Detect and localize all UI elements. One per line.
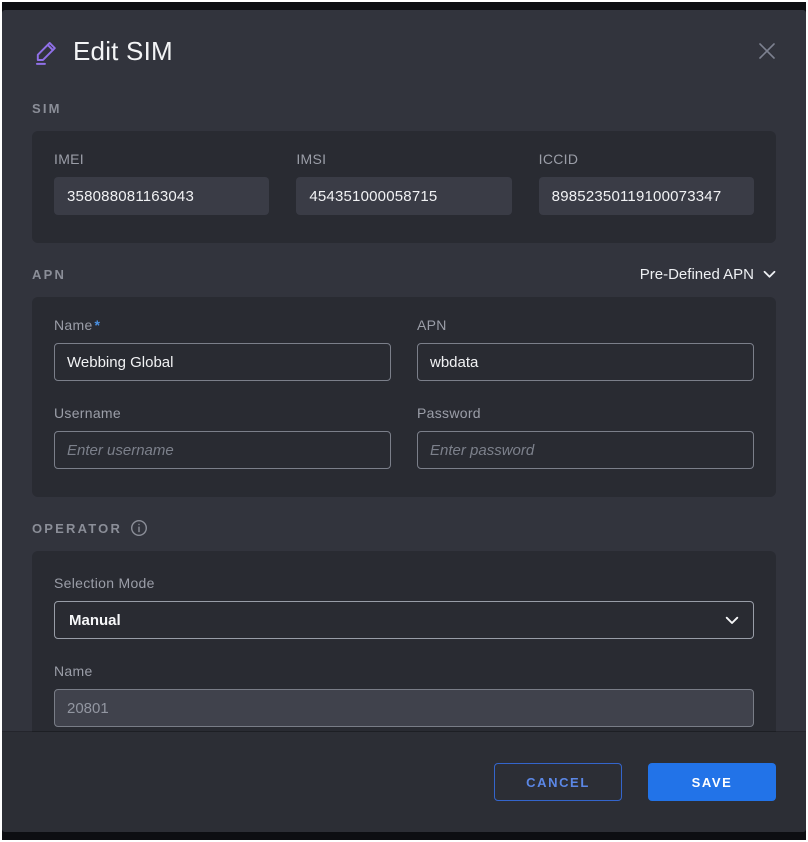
- apn-section-header: APN Pre-Defined APN: [32, 265, 776, 283]
- username-label: Username: [54, 405, 391, 421]
- apn-panel: Name* APN Username Password: [32, 297, 776, 497]
- edit-pencil-icon: [32, 38, 60, 66]
- apn-input[interactable]: [417, 343, 754, 381]
- predefined-apn-label: Pre-Defined APN: [640, 266, 754, 283]
- apn-apn-label: APN: [417, 317, 754, 333]
- chevron-down-icon: [763, 270, 776, 279]
- username-input[interactable]: [54, 431, 391, 469]
- apn-password-field: Password: [417, 405, 754, 469]
- operator-name-label: Name: [54, 663, 754, 679]
- operator-name-input[interactable]: [54, 689, 754, 727]
- imei-field: IMEI 358088081163043: [54, 151, 269, 215]
- imsi-label: IMSI: [296, 151, 511, 167]
- required-asterisk: *: [95, 317, 101, 333]
- selection-mode-label: Selection Mode: [54, 575, 754, 591]
- selection-mode-value: Manual: [69, 612, 121, 629]
- sim-section-header: SIM: [32, 99, 776, 117]
- apn-section-label: APN: [32, 267, 66, 282]
- cancel-button[interactable]: CANCEL: [494, 763, 622, 801]
- selection-mode-field: Selection Mode Manual: [54, 575, 754, 639]
- apn-name-label: Name*: [54, 317, 391, 333]
- sim-section-label: SIM: [32, 101, 62, 116]
- apn-apn-field: APN: [417, 317, 754, 381]
- modal-title: Edit SIM: [73, 36, 173, 67]
- modal-header: Edit SIM: [2, 10, 806, 77]
- selection-mode-select[interactable]: Manual: [54, 601, 754, 639]
- operator-section-header: OPERATOR: [32, 519, 776, 537]
- operator-section-label: OPERATOR: [32, 519, 148, 537]
- password-input[interactable]: [417, 431, 754, 469]
- apn-name-input[interactable]: [54, 343, 391, 381]
- imsi-field: IMSI 454351000058715: [296, 151, 511, 215]
- imei-label: IMEI: [54, 151, 269, 167]
- operator-panel: Selection Mode Manual Name: [32, 551, 776, 751]
- sim-panel: IMEI 358088081163043 IMSI 45435100005871…: [32, 131, 776, 243]
- close-icon[interactable]: [754, 38, 780, 64]
- modal-body: SIM IMEI 358088081163043 IMSI 4543510000…: [2, 99, 806, 751]
- operator-name-field: Name: [54, 663, 754, 727]
- imei-value: 358088081163043: [54, 177, 269, 215]
- imsi-value: 454351000058715: [296, 177, 511, 215]
- page-background: Edit SIM SIM IMEI 358088081163043: [2, 2, 806, 840]
- apn-name-field: Name*: [54, 317, 391, 381]
- iccid-value: 89852350119100073347: [539, 177, 754, 215]
- iccid-field: ICCID 89852350119100073347: [539, 151, 754, 215]
- iccid-label: ICCID: [539, 151, 754, 167]
- save-button[interactable]: SAVE: [648, 763, 776, 801]
- apn-username-field: Username: [54, 405, 391, 469]
- modal-footer: CANCEL SAVE: [2, 732, 806, 832]
- password-label: Password: [417, 405, 754, 421]
- chevron-down-icon: [725, 616, 739, 625]
- predefined-apn-dropdown[interactable]: Pre-Defined APN: [640, 266, 776, 283]
- info-icon: [130, 519, 148, 537]
- edit-sim-modal: Edit SIM SIM IMEI 358088081163043: [2, 10, 806, 832]
